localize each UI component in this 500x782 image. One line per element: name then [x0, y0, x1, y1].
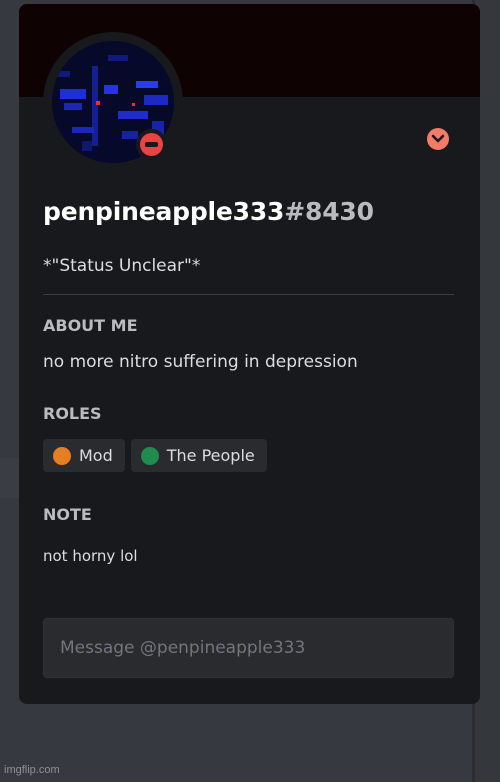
chevron-badge-icon[interactable]: [427, 128, 449, 150]
role-label: Mod: [79, 446, 113, 465]
status-dnd-indicator: [136, 129, 167, 160]
custom-status: *"Status Unclear"*: [43, 256, 201, 276]
note-text[interactable]: not horny lol: [43, 547, 138, 565]
about-me-title: ABOUT ME: [43, 316, 138, 335]
background-channel-row: [0, 458, 20, 498]
note-title: NOTE: [43, 505, 92, 524]
username-discriminator: #8430: [284, 197, 374, 226]
user-profile-popout: penpineapple333#8430 *"Status Unclear"* …: [19, 4, 480, 704]
do-not-disturb-icon: [140, 133, 163, 156]
role-color-dot-icon: [140, 446, 159, 465]
role-list: Mod The People: [43, 439, 267, 472]
role-pill-the-people[interactable]: The People: [130, 439, 267, 472]
username-name: penpineapple333: [43, 197, 285, 226]
divider: [43, 294, 454, 295]
username[interactable]: penpineapple333#8430: [43, 197, 374, 226]
roles-title: ROLES: [43, 404, 102, 423]
watermark: imgflip.com: [4, 764, 60, 776]
role-label: The People: [166, 446, 255, 465]
message-input[interactable]: [44, 619, 453, 677]
role-color-dot-icon: [53, 446, 71, 465]
about-me-text: no more nitro suffering in depression: [43, 352, 358, 372]
role-pill-mod[interactable]: Mod: [43, 439, 125, 472]
message-box: [43, 618, 454, 678]
